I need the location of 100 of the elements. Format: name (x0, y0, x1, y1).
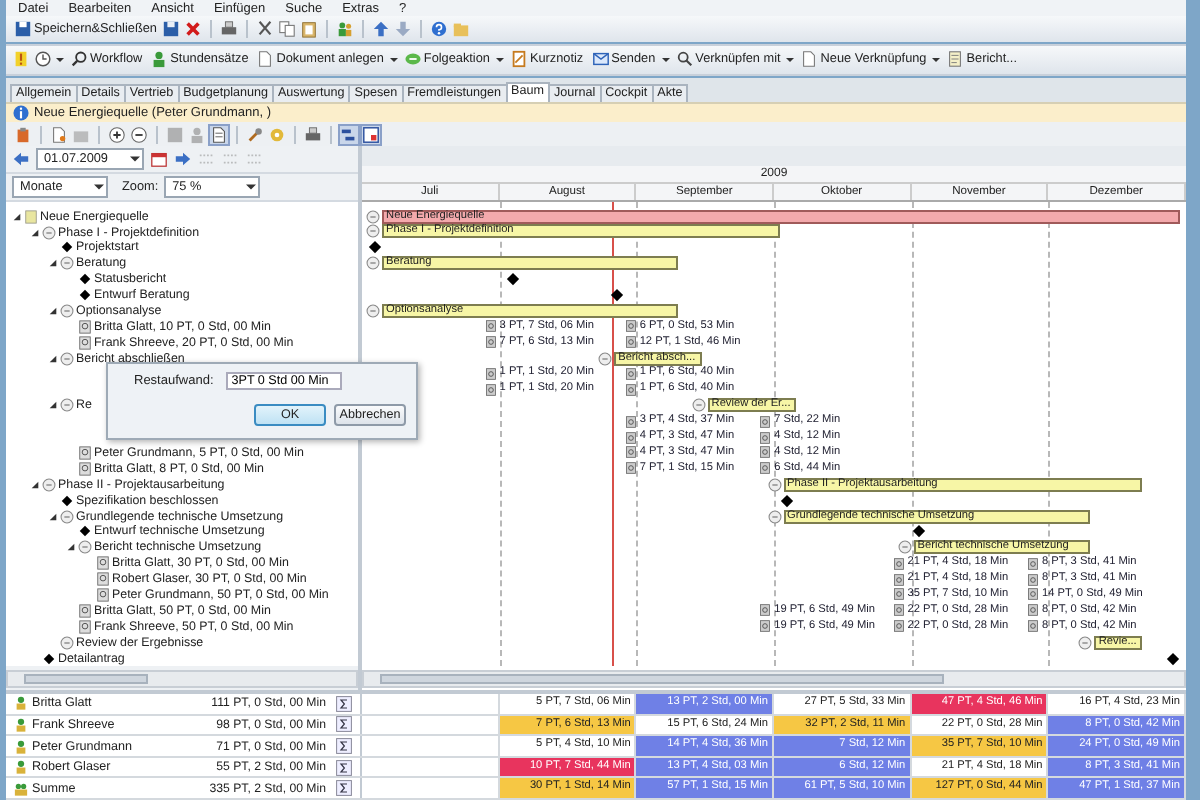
milestone-icon (60, 240, 74, 255)
phase-icon (366, 224, 381, 239)
resource-icon (485, 367, 496, 380)
gantt-view-icon[interactable] (340, 125, 358, 144)
caret-icon[interactable] (932, 55, 941, 64)
phase-icon (366, 303, 381, 318)
person-icon (150, 50, 169, 69)
help-icon[interactable] (430, 19, 449, 38)
expand-toggle[interactable] (30, 479, 40, 490)
people-icon[interactable] (336, 19, 355, 38)
project-icon[interactable] (14, 125, 32, 144)
document-icon (256, 50, 275, 69)
scrollbar[interactable] (362, 670, 1186, 689)
caret-icon[interactable] (389, 55, 398, 64)
caret-icon (130, 154, 140, 165)
phase-icon (767, 509, 782, 523)
copy-icon[interactable] (278, 19, 297, 38)
resource-icon (893, 557, 904, 570)
expand-toggle[interactable] (48, 511, 58, 522)
note-icon (509, 50, 528, 69)
expand-toggle[interactable] (12, 211, 22, 222)
phase-icon (598, 351, 613, 366)
resource-icon (625, 415, 636, 428)
phase-icon (691, 398, 706, 413)
caret-icon[interactable] (495, 55, 504, 64)
caret-icon (94, 182, 104, 193)
resource-icon (625, 462, 636, 475)
phase-icon (42, 225, 56, 240)
caret-icon[interactable] (661, 55, 670, 64)
milestone-icon (368, 240, 383, 255)
phase-icon (60, 351, 74, 366)
project-icon (24, 209, 38, 224)
mail-icon (591, 50, 610, 69)
milestone-icon (1165, 651, 1180, 666)
up-arrow-icon[interactable] (372, 19, 391, 38)
resource-icon (760, 462, 771, 475)
resource-icon (1028, 604, 1038, 617)
phase-icon (60, 509, 74, 524)
resource-icon (893, 604, 904, 617)
info-icon (12, 103, 30, 122)
sum-icon[interactable] (336, 780, 352, 797)
resource-icon (1028, 557, 1038, 570)
expand-toggle[interactable] (48, 305, 58, 316)
scrollbar[interactable] (6, 670, 358, 689)
sum-icon[interactable] (336, 738, 352, 754)
close-icon[interactable] (184, 19, 203, 38)
expand-toggle[interactable] (30, 227, 40, 238)
phase-icon (60, 635, 74, 650)
clock-icon[interactable] (34, 50, 52, 69)
zoom-out-icon[interactable] (130, 125, 148, 144)
paste-icon[interactable] (300, 19, 319, 38)
expand-toggle[interactable] (48, 353, 58, 364)
caret-icon (246, 182, 257, 193)
phase-icon (78, 540, 92, 555)
resource-icon (1028, 620, 1038, 633)
new-document-icon[interactable] (50, 125, 68, 144)
document-icon[interactable] (210, 125, 228, 144)
expand-toggle[interactable] (48, 258, 58, 269)
resource-icon (625, 367, 636, 380)
search-icon (70, 50, 88, 69)
resource-icon (625, 336, 636, 349)
forward-arrow-icon[interactable] (174, 150, 192, 169)
resource-icon (625, 320, 636, 333)
milestone-icon (78, 524, 92, 539)
print-icon[interactable] (220, 19, 239, 38)
phase-icon (767, 477, 782, 492)
resource-icon (760, 620, 771, 633)
expand-toggle[interactable] (48, 400, 58, 411)
resource-icon (893, 620, 904, 633)
calendar-icon[interactable] (150, 150, 168, 169)
link-icon (675, 50, 694, 69)
sum-icon[interactable] (336, 759, 352, 776)
zoom-in-icon[interactable] (108, 125, 126, 144)
phase-icon (60, 303, 74, 318)
sum-icon[interactable] (336, 695, 352, 712)
resource-icon (485, 320, 496, 333)
phase-icon (60, 256, 74, 271)
cut-icon[interactable] (256, 19, 275, 38)
resource-icon (625, 383, 636, 396)
report-icon (946, 50, 965, 69)
wrench-icon[interactable] (246, 125, 264, 144)
phase-icon (60, 398, 74, 413)
project-icon (366, 209, 381, 224)
milestone-icon (42, 651, 56, 666)
back-arrow-icon[interactable] (12, 150, 30, 169)
resource-icon (485, 336, 496, 349)
expand-toggle[interactable] (66, 542, 76, 553)
save-icon[interactable] (162, 19, 181, 38)
phase-icon (366, 256, 381, 271)
phase-icon (897, 540, 912, 555)
resource-icon (485, 383, 496, 396)
milestone-icon (60, 493, 74, 508)
save-icon (14, 19, 32, 38)
resource-icon (760, 415, 771, 428)
split-view-icon[interactable] (362, 125, 380, 144)
sum-icon[interactable] (336, 716, 352, 733)
print-icon[interactable] (304, 125, 322, 144)
resource-icon (760, 604, 771, 617)
warning-icon[interactable] (12, 50, 30, 69)
caret-icon[interactable] (786, 55, 795, 64)
